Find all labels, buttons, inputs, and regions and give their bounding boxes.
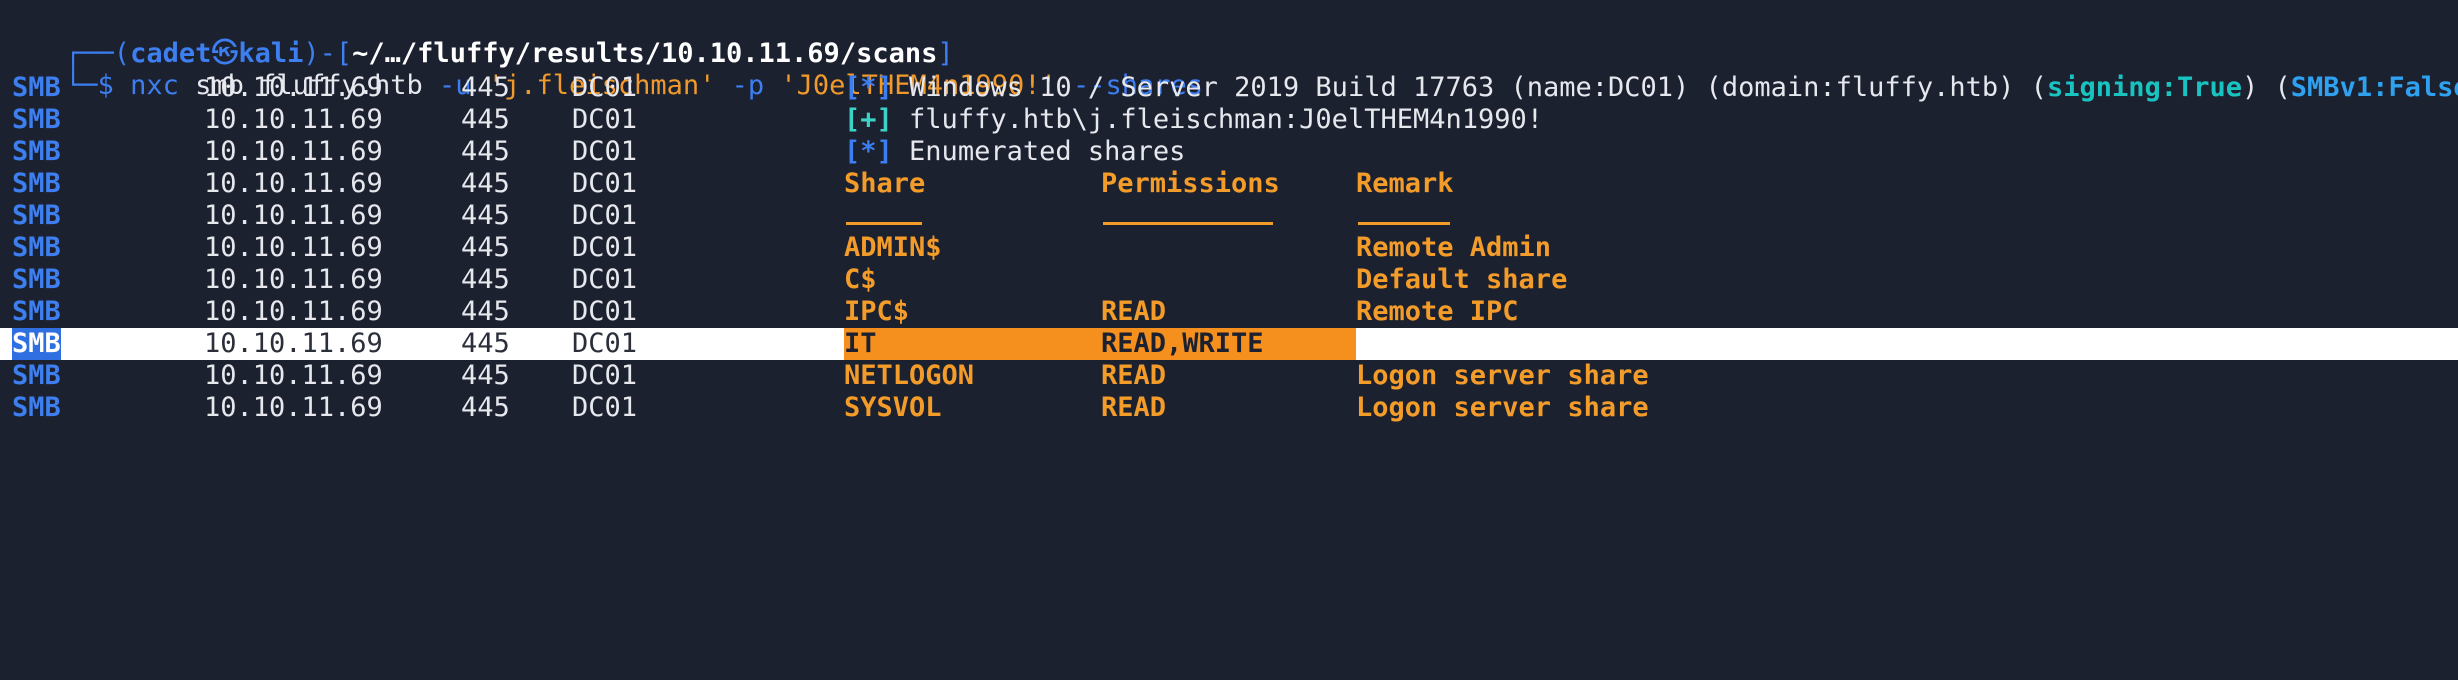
share-permission: READ [1101, 392, 1167, 423]
row-ip: 10.10.11.69 [204, 360, 383, 391]
row-proto: SMB [12, 328, 61, 360]
row-host: DC01 [572, 296, 638, 327]
row-proto: SMB [12, 264, 61, 295]
share-permission: READ,WRITE [1101, 328, 1264, 359]
status-plus-icon: [+] [844, 104, 893, 135]
share-remark: Logon server share [1356, 360, 1649, 391]
share-row: SMB 10.10.11.69 445 DC01 IPC$ READ Remot… [0, 296, 2458, 328]
row-port: 445 [461, 104, 510, 135]
row-proto: SMB [12, 136, 61, 167]
row-ip: 10.10.11.69 [204, 296, 383, 327]
command-line[interactable]: └─$ nxc smb fluffy.htb -u 'j.fleischman'… [0, 38, 2458, 101]
row-ip: 10.10.11.69 [204, 200, 383, 231]
signing-status: signing:True [2046, 72, 2243, 103]
row-host: DC01 [572, 136, 638, 167]
row-port: 445 [461, 200, 510, 231]
output-row: SMB 10.10.11.69 445 DC01 [*] Enumerated … [0, 136, 2458, 168]
row-proto: SMB [12, 104, 61, 135]
row-proto: SMB [12, 360, 61, 391]
row-proto: SMB [12, 168, 61, 199]
status-star-icon: [*] [844, 72, 893, 103]
row-port: 445 [461, 264, 510, 295]
row-ip: 10.10.11.69 [204, 72, 383, 103]
share-permission: READ [1101, 360, 1167, 391]
smbv1-status: SMBv1:False [2290, 72, 2458, 103]
row-ip: 10.10.11.69 [204, 328, 383, 359]
row-port: 445 [461, 296, 510, 327]
remark-column-header: Remark [1356, 168, 1454, 199]
row-port: 445 [461, 136, 510, 167]
row-port: 445 [461, 392, 510, 423]
row-ip: 10.10.11.69 [204, 392, 383, 423]
share-row-selected[interactable]: SMB 10.10.11.69 445 DC01 IT READ,WRITE [0, 328, 2458, 360]
row-host: DC01 [572, 392, 638, 423]
os-info-message: [*] Windows 10 / Server 2019 Build 17763… [844, 72, 2458, 104]
row-host: DC01 [572, 200, 638, 231]
permissions-header-underline [1103, 222, 1273, 225]
prompt-header-line: ┌──(cadet㉿kali)-[~/…/fluffy/results/10.1… [0, 6, 2458, 69]
terminal-window[interactable]: ┌──(cadet㉿kali)-[~/…/fluffy/results/10.1… [0, 0, 2458, 430]
auth-success-message: [+] fluffy.htb\j.fleischman:J0elTHEM4n19… [844, 104, 1543, 136]
row-ip: 10.10.11.69 [204, 136, 383, 167]
share-permission: READ [1101, 296, 1167, 327]
header-underline-row: SMB 10.10.11.69 445 DC01 [0, 200, 2458, 232]
share-row: SMB 10.10.11.69 445 DC01 ADMIN$ Remote A… [0, 232, 2458, 264]
enum-text: Enumerated shares [909, 136, 1186, 167]
output-row: SMB 10.10.11.69 445 DC01 [*] Windows 10 … [0, 72, 2458, 104]
share-name: SYSVOL [844, 392, 942, 423]
share-row: SMB 10.10.11.69 445 DC01 C$ Default shar… [0, 264, 2458, 296]
row-proto: SMB [12, 72, 61, 103]
row-port: 445 [461, 232, 510, 263]
row-ip: 10.10.11.69 [204, 104, 383, 135]
auth-text: fluffy.htb\j.fleischman:J0elTHEM4n1990! [909, 104, 1544, 135]
share-name: IPC$ [844, 296, 910, 327]
row-port: 445 [461, 168, 510, 199]
row-host: DC01 [572, 168, 638, 199]
row-port: 445 [461, 72, 510, 103]
row-host: DC01 [572, 360, 638, 391]
permissions-column-header: Permissions [1101, 168, 1280, 199]
row-host: DC01 [572, 72, 638, 103]
share-perm-highlight [844, 328, 1356, 360]
row-host: DC01 [572, 104, 638, 135]
os-info-mid: ) ( [2242, 72, 2291, 103]
row-ip: 10.10.11.69 [204, 168, 383, 199]
share-name: ADMIN$ [844, 232, 942, 263]
share-column-header: Share [844, 168, 926, 199]
enum-message: [*] Enumerated shares [844, 136, 1185, 168]
share-row: SMB 10.10.11.69 445 DC01 SYSVOL READ Log… [0, 392, 2458, 424]
status-star-icon: [*] [844, 136, 893, 167]
share-remark: Default share [1356, 264, 1568, 295]
row-host: DC01 [572, 328, 638, 359]
remark-header-underline [1358, 222, 1450, 225]
share-name: IT [844, 328, 877, 359]
row-port: 445 [461, 360, 510, 391]
row-ip: 10.10.11.69 [204, 232, 383, 263]
row-proto: SMB [12, 232, 61, 263]
share-header-underline [846, 222, 922, 225]
share-remark: Logon server share [1356, 392, 1649, 423]
output-row: SMB 10.10.11.69 445 DC01 Share Permissio… [0, 168, 2458, 200]
row-host: DC01 [572, 264, 638, 295]
row-host: DC01 [572, 232, 638, 263]
row-proto: SMB [12, 200, 61, 231]
share-name: NETLOGON [844, 360, 975, 391]
os-info-text: Windows 10 / Server 2019 Build 17763 (na… [909, 72, 2047, 103]
row-ip: 10.10.11.69 [204, 264, 383, 295]
share-remark: Remote IPC [1356, 296, 1519, 327]
share-name: C$ [844, 264, 877, 295]
share-remark: Remote Admin [1356, 232, 1552, 263]
row-proto: SMB [12, 296, 61, 327]
output-row: SMB 10.10.11.69 445 DC01 [+] fluffy.htb\… [0, 104, 2458, 136]
row-port: 445 [461, 328, 510, 359]
share-row: SMB 10.10.11.69 445 DC01 NETLOGON READ L… [0, 360, 2458, 392]
row-proto: SMB [12, 392, 61, 423]
